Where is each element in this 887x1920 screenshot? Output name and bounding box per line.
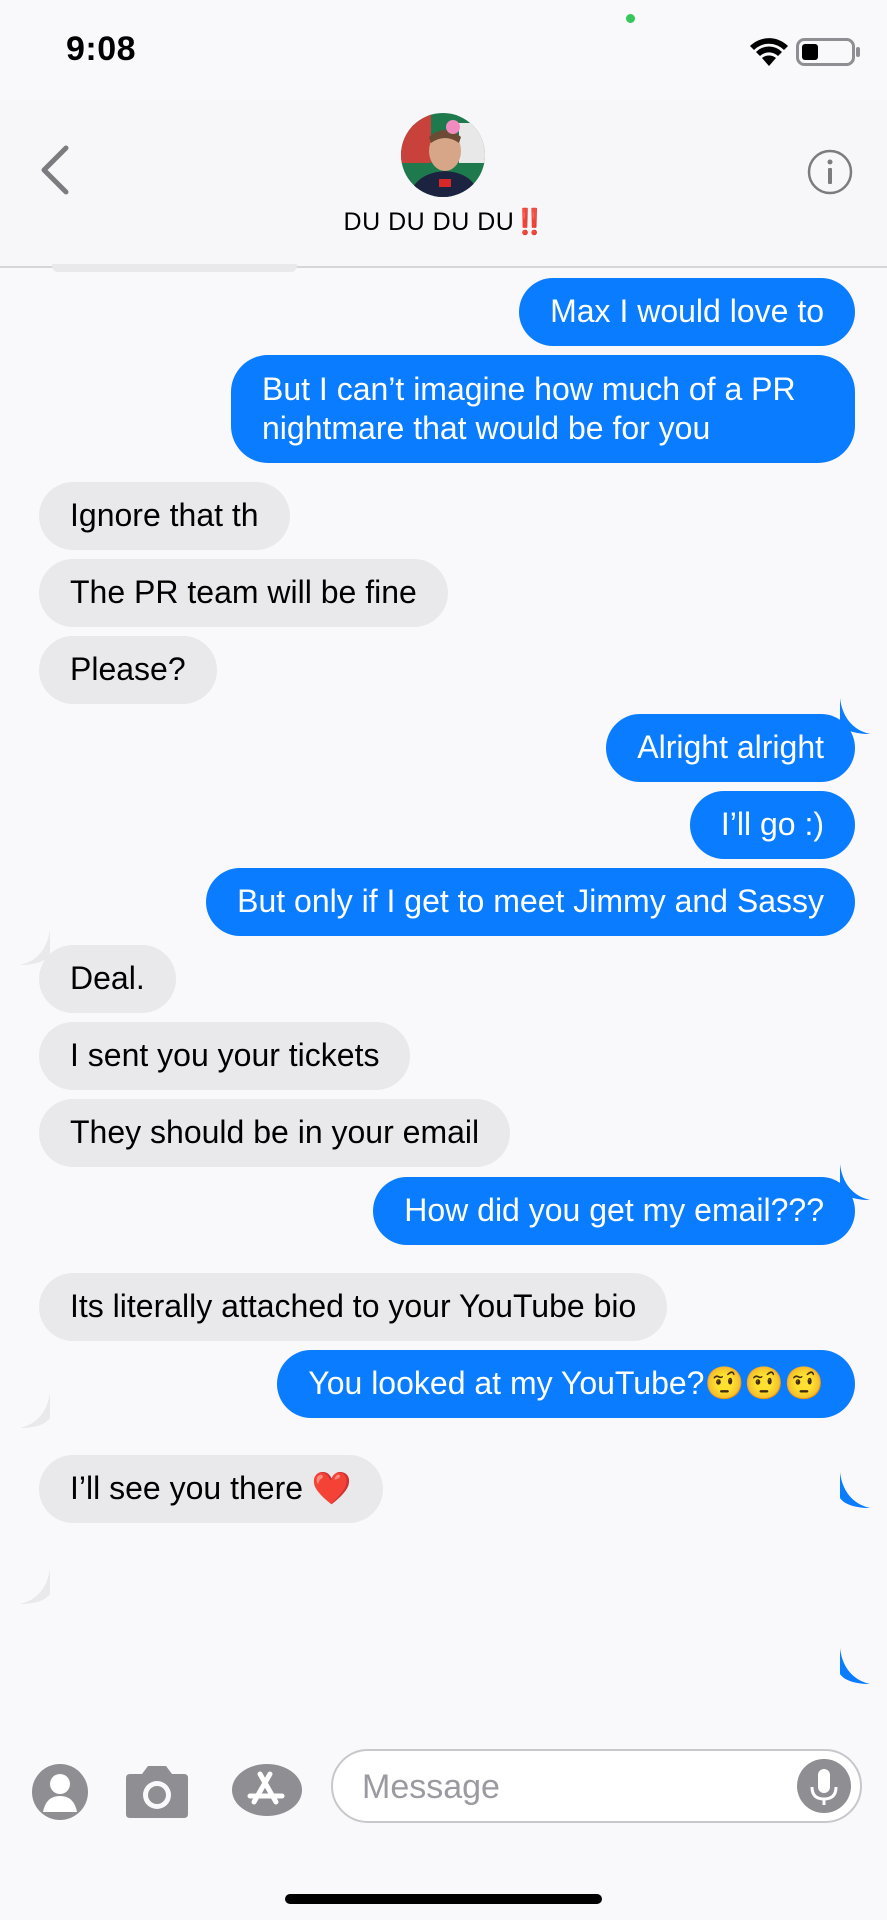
microphone-icon (810, 1769, 838, 1805)
bubble-tail-received (20, 1568, 50, 1604)
message-bubble-sent[interactable]: But I can’t imagine how much of a PR nig… (231, 355, 855, 463)
message-bubble-sent[interactable]: Alright alright (606, 714, 855, 782)
bubble-tail-sent (840, 1648, 870, 1684)
message-bubble-received[interactable]: Please? (39, 636, 217, 704)
message-bubble-sent[interactable]: I’ll go :) (689, 791, 855, 859)
contact-avatar[interactable] (401, 113, 485, 197)
battery-icon (796, 38, 860, 66)
status-bar: 9:08 (0, 0, 887, 100)
chevron-left-icon[interactable] (30, 140, 80, 200)
wifi-icon (750, 38, 788, 66)
mic-button[interactable] (797, 1759, 851, 1813)
message-bubble-received[interactable]: They should be in your email (39, 1099, 511, 1167)
camera-icon[interactable] (122, 1762, 192, 1820)
message-bubble-received[interactable]: I’ll see you there ❤️ (39, 1455, 383, 1523)
message-bubble-received[interactable]: The PR team will be fine (39, 559, 448, 627)
contact-app-icon[interactable] (30, 1762, 90, 1822)
info-icon[interactable] (806, 148, 854, 196)
privacy-indicator-dot (626, 14, 635, 23)
message-bubble-sent[interactable]: How did you get my email??? (373, 1177, 855, 1245)
bubble-tail-sent (840, 1472, 870, 1508)
contact-name-text: DU DU DU DU (343, 208, 515, 236)
message-bubble-sent[interactable]: You looked at my YouTube?🤨🤨🤨 (277, 1350, 855, 1418)
message-bubble-received[interactable]: Deal. (39, 945, 176, 1013)
contact-name-emoji: ‼️ (514, 208, 545, 236)
appstore-icon[interactable] (230, 1762, 304, 1818)
message-bubble-sent[interactable]: But only if I get to meet Jimmy and Sass… (206, 868, 855, 936)
message-bubble-sent[interactable]: Max I would love to (519, 278, 855, 346)
status-time: 9:08 (66, 30, 137, 68)
message-bubble-received[interactable]: Its literally attached to your YouTube b… (39, 1273, 668, 1341)
bubble-tail-received (20, 1392, 50, 1428)
message-input-placeholder: Message (362, 1768, 500, 1806)
home-indicator[interactable] (285, 1894, 602, 1904)
message-thread[interactable]: Max I would love to But I can’t imagine … (0, 264, 887, 1794)
clipped-message-bubble (52, 264, 297, 272)
message-bubble-received[interactable]: Ignore that th (39, 482, 290, 550)
contact-photo (401, 113, 485, 197)
contact-name[interactable]: DU DU DU DU‼️ (0, 208, 887, 237)
message-bubble-received[interactable]: I sent you your tickets (39, 1022, 411, 1090)
